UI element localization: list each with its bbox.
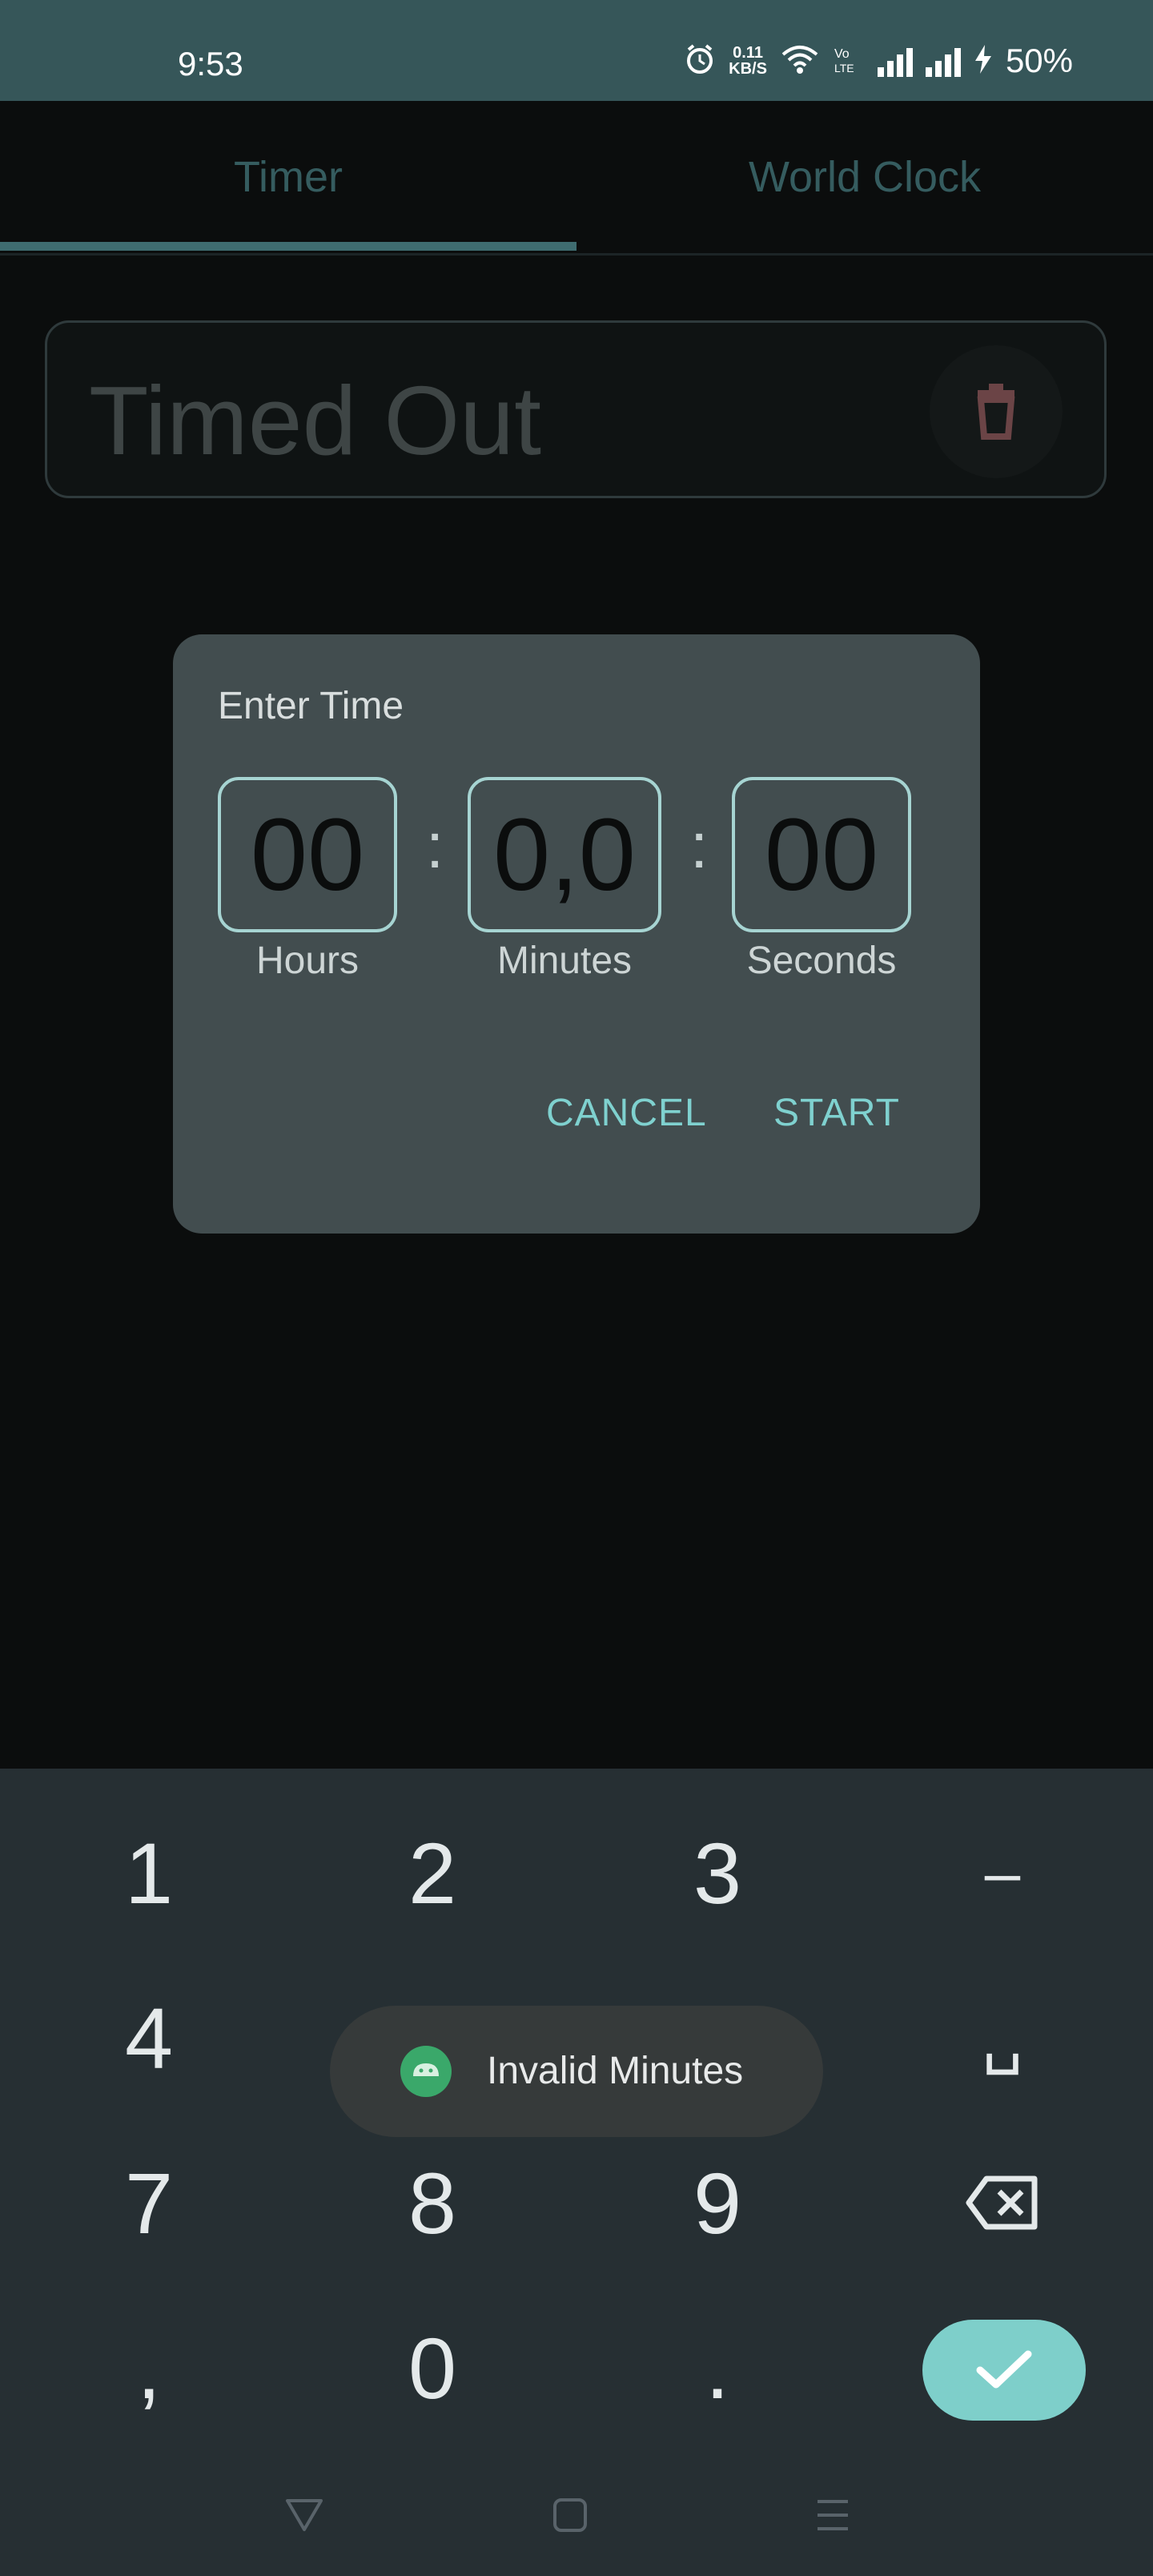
- status-icons: 0.11 KB/S Vo LTE 50%: [684, 42, 1073, 80]
- key-comma[interactable]: ,: [69, 2304, 229, 2432]
- backspace-key[interactable]: [922, 2139, 1083, 2267]
- status-bar: 9:53 0.11 KB/S Vo LTE 50%: [0, 0, 1153, 101]
- toast-message: Invalid Minutes: [330, 2006, 823, 2137]
- key-space[interactable]: ␣: [922, 1974, 1083, 2102]
- minutes-label: Minutes: [496, 940, 633, 982]
- back-triangle-icon[interactable]: [272, 2483, 336, 2547]
- svg-text:Vo: Vo: [834, 47, 850, 61]
- dialog-title: Enter Time: [218, 685, 404, 727]
- status-time: 9:53: [178, 45, 243, 83]
- key-8[interactable]: 8: [352, 2139, 512, 2267]
- done-key[interactable]: [922, 2320, 1086, 2421]
- cancel-button[interactable]: CANCEL: [546, 1091, 707, 1135]
- key-2[interactable]: 2: [352, 1809, 512, 1937]
- seconds-label: Seconds: [746, 940, 897, 982]
- net-speed-value: 0.11: [733, 44, 763, 62]
- key-period[interactable]: .: [637, 2304, 797, 2432]
- separator-colon: :: [690, 810, 709, 881]
- key-9[interactable]: 9: [637, 2139, 797, 2267]
- backspace-icon: [966, 2176, 1038, 2230]
- alarm-icon: [684, 43, 716, 79]
- tab-world-clock[interactable]: World Clock: [576, 101, 1153, 253]
- toast-text: Invalid Minutes: [487, 2050, 744, 2092]
- key-7[interactable]: 7: [69, 2139, 229, 2267]
- navigation-bar: [0, 2435, 1153, 2576]
- key-0[interactable]: 0: [352, 2304, 512, 2432]
- key-minus[interactable]: –: [922, 1809, 1083, 1937]
- home-square-icon[interactable]: [538, 2483, 602, 2547]
- minutes-field[interactable]: [468, 777, 661, 932]
- timer-title: Timed Out: [89, 366, 541, 475]
- net-speed: 0.11 KB/S: [729, 45, 767, 77]
- volte-icon: Vo LTE: [833, 43, 865, 79]
- signal-icon: [925, 45, 961, 77]
- net-speed-unit: KB/S: [729, 60, 767, 78]
- tab-timer[interactable]: Timer: [0, 101, 576, 253]
- android-icon: [400, 2046, 452, 2097]
- tab-indicator: [0, 242, 576, 251]
- charging-icon: [974, 43, 993, 79]
- enter-time-dialog: Enter Time : : Hours Minutes Seconds CAN…: [173, 634, 980, 1234]
- key-4[interactable]: 4: [69, 1974, 229, 2102]
- key-3[interactable]: 3: [637, 1809, 797, 1937]
- timer-card[interactable]: Timed Out: [45, 320, 1107, 498]
- minutes-input[interactable]: [471, 779, 658, 930]
- hours-field[interactable]: [218, 777, 397, 932]
- separator-colon: :: [426, 810, 444, 881]
- delete-button[interactable]: [930, 345, 1063, 478]
- tab-bar: Timer World Clock: [0, 101, 1153, 256]
- wifi-icon: [780, 43, 820, 79]
- start-button[interactable]: START: [773, 1091, 900, 1135]
- signal-icon: [877, 45, 913, 77]
- seconds-field[interactable]: [732, 777, 911, 932]
- key-1[interactable]: 1: [69, 1809, 229, 1937]
- battery-level: 50%: [1005, 42, 1073, 79]
- hours-input[interactable]: [221, 779, 394, 930]
- svg-text:LTE: LTE: [834, 62, 854, 74]
- check-icon: [976, 2350, 1032, 2389]
- hours-label: Hours: [255, 940, 360, 982]
- recents-menu-icon[interactable]: [801, 2483, 865, 2547]
- seconds-input[interactable]: [735, 779, 908, 930]
- trash-icon: [977, 384, 1015, 440]
